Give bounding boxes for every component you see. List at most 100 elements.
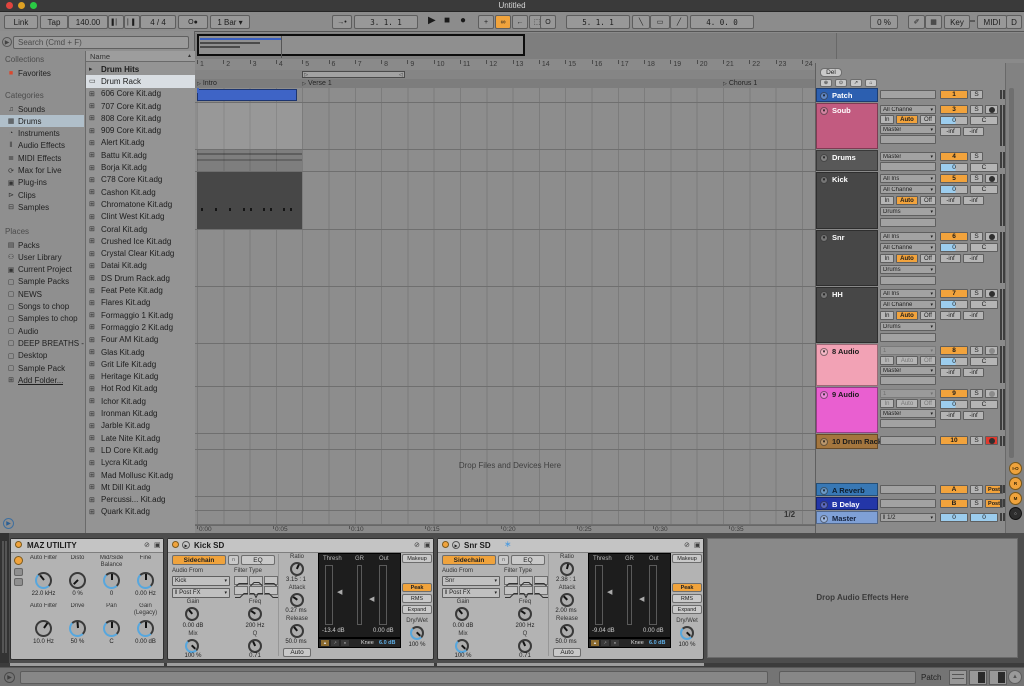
sidebar-item-audio[interactable]: ▢Audio — [0, 325, 84, 337]
drywet-knob[interactable] — [410, 626, 424, 640]
hot-swap-icon[interactable]: ⊘ — [414, 541, 420, 549]
solo-button[interactable]: S — [970, 174, 983, 183]
link-button[interactable]: Link — [4, 15, 38, 29]
release-knob[interactable] — [290, 624, 304, 638]
file-item[interactable]: ⊞Cashon Kit.adg — [86, 186, 198, 198]
track-name-cell[interactable]: ▾A Reverb — [816, 483, 878, 496]
filter-shape-icon-2[interactable] — [249, 576, 263, 585]
clip-thumbnail-3[interactable] — [989, 670, 1007, 685]
volume-field[interactable]: -inf — [940, 368, 961, 377]
expand-mode-toggle[interactable]: Expand — [402, 605, 432, 614]
remove-automation-icon[interactable]: ⊙ — [835, 79, 847, 87]
pan-center-chip[interactable]: C — [970, 163, 998, 172]
listen-headphone-icon[interactable]: ∩ — [228, 555, 239, 565]
ratio-knob[interactable] — [290, 562, 304, 576]
macro-value[interactable]: 0.00 Hz — [129, 591, 162, 597]
pan-center-chip[interactable]: C — [970, 243, 998, 252]
out-handle-icon[interactable]: ◀ — [639, 595, 644, 603]
thresh-handle-icon[interactable]: ◀ — [337, 588, 342, 596]
sidebar-item-favorites[interactable]: ■Favorites — [0, 67, 84, 79]
groove-amount-selector[interactable]: O● — [178, 15, 208, 29]
attack-value[interactable]: 0.27 ms — [274, 608, 318, 614]
browser-back-icon[interactable]: ▶ — [2, 37, 12, 47]
volume-field[interactable]: -inf — [940, 411, 961, 420]
sidebar-item-samples-to-chop[interactable]: ▢Samples to chop — [0, 313, 84, 325]
pan-chip[interactable]: 0 — [940, 300, 968, 309]
returns-section-toggle[interactable]: R — [1009, 477, 1022, 490]
file-item[interactable]: ⊞Feat Pete Kit.adg — [86, 284, 198, 296]
locator-verse-1[interactable]: ▷Verse 1 — [302, 79, 332, 88]
q-knob[interactable] — [248, 639, 262, 653]
save-preset-icon[interactable]: ▣ — [424, 541, 431, 549]
nudge-up-button[interactable]: ▏▌ — [124, 15, 140, 29]
track-name-cell[interactable]: ▾9 Audio — [816, 387, 878, 433]
mix-value[interactable]: 100 % — [170, 653, 216, 659]
pan-chip[interactable]: 0 — [940, 357, 968, 366]
macro-knob-3[interactable] — [103, 572, 120, 589]
automation-reenable-button[interactable]: ∞ — [495, 15, 511, 29]
sidebar-item-user-library[interactable]: ⚇User Library — [0, 251, 84, 263]
routing-selector[interactable]: Drums▾ — [880, 207, 936, 216]
track-header-b-delay[interactable]: ▾B DelayBSPost — [816, 497, 1006, 510]
solo-button[interactable]: S — [970, 232, 983, 241]
routing-selector[interactable]: Master▾ — [880, 125, 936, 134]
ramp-icon[interactable]: ↗ — [850, 79, 862, 87]
routing-selector[interactable]: All Channe▾ — [880, 300, 936, 309]
file-item[interactable]: ⊞Four AM Kit.adg — [86, 334, 198, 346]
arm-button[interactable] — [985, 105, 998, 114]
macro-knob-5[interactable] — [35, 620, 52, 637]
tap-tempo-button[interactable]: Tap — [40, 15, 68, 29]
routing-selector[interactable]: Master▾ — [880, 152, 936, 161]
makeup-toggle[interactable]: Makeup — [402, 554, 432, 563]
arm-button[interactable] — [985, 174, 998, 183]
monitor-in-button[interactable]: In — [880, 254, 894, 263]
loop-start-handle[interactable]: ▷ — [304, 72, 308, 78]
monitor-auto-button[interactable]: Auto — [896, 399, 918, 408]
gain-field[interactable]: -inf — [963, 196, 984, 205]
mixer-section-toggle[interactable]: M — [1009, 492, 1022, 505]
file-item[interactable]: ⊞DS Drum Rack.adg — [86, 272, 198, 284]
track-number-chip[interactable]: 7 — [940, 289, 968, 298]
track-name-cell[interactable]: ▾HH — [816, 287, 878, 343]
thresh-value[interactable]: -9.04 dB — [592, 628, 615, 634]
track-fold-icon[interactable]: ▾ — [820, 92, 828, 100]
track-name-cell[interactable]: ▾Master — [816, 511, 878, 524]
file-item[interactable]: ⊞Crushed Ice Kit.adg — [86, 235, 198, 247]
gain-field[interactable]: -inf — [963, 368, 984, 377]
attack-knob[interactable] — [560, 593, 574, 607]
file-group-drum-hits[interactable]: ▸Drum Hits — [86, 63, 198, 75]
track-number-chip[interactable]: 4 — [940, 152, 968, 161]
macro-value[interactable]: 0 % — [61, 591, 94, 597]
monitor-off-button[interactable]: Off — [920, 254, 936, 263]
show-hide-info-button[interactable]: ▲ — [1008, 670, 1022, 684]
mix-value[interactable]: 100 % — [440, 653, 486, 659]
sidebar-item-desktop[interactable]: ▢Desktop — [0, 350, 84, 362]
routing-selector[interactable]: Master▾ — [880, 409, 936, 418]
master-zoom-level[interactable]: 1/2 — [784, 510, 808, 519]
locator-chorus-1[interactable]: ▷Chorus 1 — [723, 79, 757, 88]
gain-knob[interactable] — [455, 607, 469, 621]
arm-button[interactable] — [985, 346, 998, 355]
filter-shape-icon-1[interactable] — [234, 576, 248, 585]
device-maz-utility[interactable]: MAZ UTILITY⊘▣Auto Filter22.0 kHzDisto0 %… — [10, 538, 164, 660]
monitor-auto-button[interactable]: Auto — [896, 356, 918, 365]
macro-knob-8[interactable] — [137, 620, 154, 637]
midi-clip-patch[interactable] — [197, 89, 297, 101]
monitor-in-button[interactable]: In — [880, 311, 894, 320]
track-fold-icon[interactable]: ▾ — [820, 291, 828, 299]
quantize-selector[interactable]: 1 Bar ▾ — [210, 15, 250, 29]
track-fold-icon[interactable]: ▾ — [820, 438, 828, 446]
file-item[interactable]: ⊞Formaggio 1 Kit.adg — [86, 309, 198, 321]
file-item[interactable]: ⊞LD Core Kit.adg — [86, 444, 198, 456]
monitor-in-button[interactable]: In — [880, 196, 894, 205]
pan-center-chip[interactable]: C — [970, 300, 998, 309]
pan-center-chip[interactable]: C — [970, 400, 998, 409]
arrangement-overview[interactable] — [195, 33, 1024, 60]
sidebar-item-sample-packs[interactable]: ▢Sample Packs — [0, 276, 84, 288]
group-clip-summary[interactable] — [197, 150, 302, 171]
arm-button[interactable] — [985, 289, 998, 298]
track-name-cell[interactable]: ▾8 Audio — [816, 344, 878, 386]
track-name-cell[interactable]: ▾Soub — [816, 103, 878, 149]
solo-button[interactable]: S — [970, 90, 983, 99]
device-compressor-kick-sd[interactable]: ▶Kick SD⊘▣Sidechain∩EQAudio FromKick▾‖ P… — [167, 538, 434, 660]
